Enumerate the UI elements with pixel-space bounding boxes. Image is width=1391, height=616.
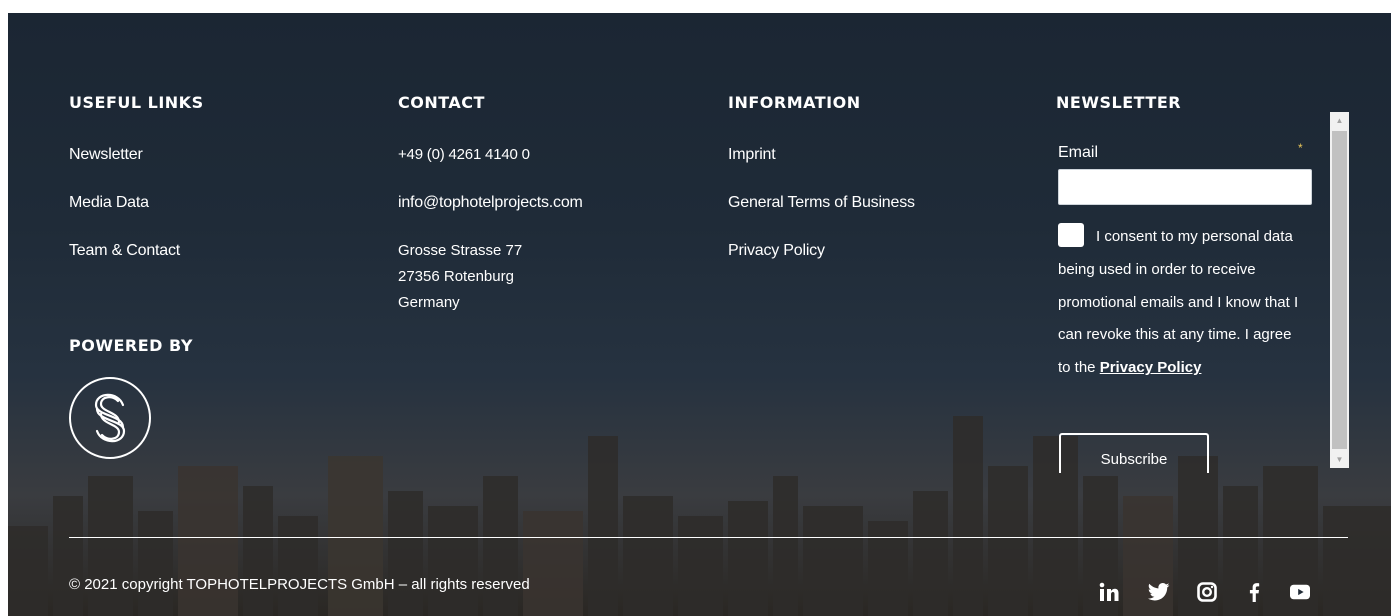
consent-text: I consent to my personal data being used… — [1058, 221, 1308, 385]
twitter-icon[interactable] — [1143, 578, 1175, 606]
link-privacy-policy[interactable]: Privacy Policy — [728, 242, 825, 260]
link-general-terms[interactable]: General Terms of Business — [728, 194, 915, 212]
powered-by-logo[interactable] — [69, 377, 151, 459]
address-line-city: 27356 Rotenburg — [398, 268, 514, 285]
link-media-data[interactable]: Media Data — [69, 194, 149, 212]
link-team-contact[interactable]: Team & Contact — [69, 242, 180, 260]
copyright-text: © 2021 copyright TOPHOTELPROJECTS GmbH –… — [69, 576, 530, 593]
site-footer: USEFUL LINKS Newsletter Media Data Team … — [8, 13, 1391, 616]
contact-phone[interactable]: +49 (0) 4261 4140 0 — [398, 146, 530, 163]
footer-divider — [69, 537, 1348, 538]
email-field[interactable] — [1058, 169, 1312, 205]
facebook-icon[interactable] — [1238, 578, 1270, 606]
instagram-icon[interactable] — [1191, 578, 1223, 606]
consent-privacy-link[interactable]: Privacy Policy — [1100, 359, 1202, 376]
email-label: Email — [1058, 144, 1099, 161]
newsletter-title: NEWSLETTER — [1056, 93, 1182, 112]
contact-title: CONTACT — [398, 93, 485, 112]
newsletter-scrollbar[interactable]: ▲ ▼ — [1330, 112, 1349, 468]
youtube-icon[interactable] — [1284, 578, 1316, 606]
scroll-up-arrow-icon[interactable]: ▲ — [1330, 112, 1349, 129]
subscribe-button[interactable]: Subscribe — [1059, 433, 1209, 473]
consent-text-body: I consent to my personal data being used… — [1058, 228, 1299, 377]
contact-address: Grosse Strasse 77 27356 Rotenburg German… — [398, 238, 522, 316]
address-line-country: Germany — [398, 294, 460, 311]
powered-by-title: POWERED BY — [69, 336, 193, 355]
scroll-down-arrow-icon[interactable]: ▼ — [1330, 451, 1349, 468]
contact-email[interactable]: info@tophotelprojects.com — [398, 194, 583, 212]
information-title: INFORMATION — [728, 93, 861, 112]
linkedin-icon[interactable] — [1093, 578, 1125, 606]
link-imprint[interactable]: Imprint — [728, 146, 776, 164]
scrollbar-thumb[interactable] — [1332, 131, 1347, 449]
useful-links-title: USEFUL LINKS — [69, 93, 204, 112]
address-line-street: Grosse Strasse 77 — [398, 242, 523, 259]
link-newsletter[interactable]: Newsletter — [69, 146, 143, 164]
required-marker: * — [1298, 141, 1303, 155]
section-sign-icon — [94, 393, 126, 443]
